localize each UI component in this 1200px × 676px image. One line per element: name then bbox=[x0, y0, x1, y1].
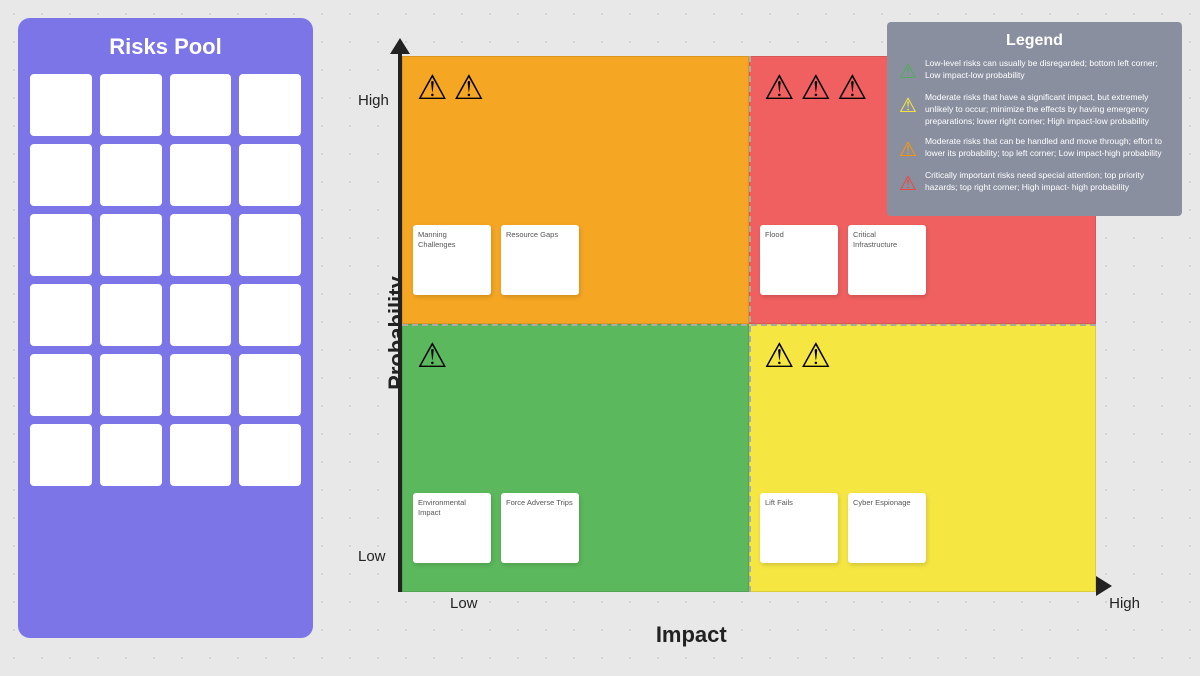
legend-panel: Legend ⚠ Low-level risks can usually be … bbox=[887, 22, 1182, 216]
x-axis-label: Impact bbox=[656, 622, 727, 648]
sticky-label: Critical Infrastructure bbox=[853, 230, 921, 250]
sticky-label: Resource Gaps bbox=[506, 230, 574, 240]
pool-card-9[interactable] bbox=[100, 214, 162, 276]
pool-grid bbox=[30, 74, 301, 486]
sticky-note[interactable]: Resource Gaps bbox=[501, 225, 579, 295]
pool-card-14[interactable] bbox=[170, 284, 232, 346]
legend-item-green: ⚠ Low-level risks can usually be disrega… bbox=[899, 58, 1170, 84]
sticky-label: Manning Challenges bbox=[418, 230, 486, 250]
legend-item-red: ⚠ Critically important risks need specia… bbox=[899, 170, 1170, 196]
sticky-note[interactable]: Environmental Impact bbox=[413, 493, 491, 563]
legend-orange-text: Moderate risks that can be handled and m… bbox=[925, 136, 1170, 160]
legend-green-icon: ⚠ bbox=[899, 59, 917, 84]
legend-item-orange: ⚠ Moderate risks that can be handled and… bbox=[899, 136, 1170, 162]
quadrant-top-left: ⚠ ⚠ Manning Challenges Resource Gaps bbox=[402, 56, 749, 324]
pool-card-17[interactable] bbox=[100, 354, 162, 416]
sticky-note[interactable]: Manning Challenges bbox=[413, 225, 491, 295]
pool-card-15[interactable] bbox=[239, 284, 301, 346]
x-axis-high-label: High bbox=[1109, 595, 1140, 612]
legend-green-text: Low-level risks can usually be disregard… bbox=[925, 58, 1170, 82]
pool-card-8[interactable] bbox=[30, 214, 92, 276]
legend-orange-icon: ⚠ bbox=[899, 137, 917, 162]
pool-card-16[interactable] bbox=[30, 354, 92, 416]
sticky-label: Environmental Impact bbox=[418, 498, 486, 518]
y-axis-low-label: Low bbox=[358, 548, 386, 565]
warning-icons-bottom-left: ⚠ bbox=[417, 339, 447, 373]
pool-card-10[interactable] bbox=[170, 214, 232, 276]
legend-red-icon: ⚠ bbox=[899, 171, 917, 196]
quadrant-bottom-left: ⚠ Environmental Impact Force Adverse Tri… bbox=[402, 324, 749, 592]
sticky-label: Force Adverse Trips bbox=[506, 498, 574, 508]
pool-card-11[interactable] bbox=[239, 214, 301, 276]
warning-icons-top-right: ⚠ ⚠ ⚠ bbox=[764, 71, 867, 105]
pool-card-20[interactable] bbox=[30, 424, 92, 486]
sticky-label: Flood bbox=[765, 230, 833, 240]
legend-yellow-text: Moderate risks that have a significant i… bbox=[925, 92, 1170, 128]
pool-card-3[interactable] bbox=[239, 74, 301, 136]
pool-card-23[interactable] bbox=[239, 424, 301, 486]
pool-card-19[interactable] bbox=[239, 354, 301, 416]
x-axis-low-label: Low bbox=[450, 595, 478, 612]
warn-icon-1: ⚠ bbox=[417, 339, 447, 373]
warn-icon-2: ⚠ bbox=[800, 71, 830, 105]
sticky-label: Cyber Espionage bbox=[853, 498, 921, 508]
pool-card-7[interactable] bbox=[239, 144, 301, 206]
pool-card-4[interactable] bbox=[30, 144, 92, 206]
risks-pool-title: Risks Pool bbox=[30, 34, 301, 60]
warn-icon-1: ⚠ bbox=[764, 339, 794, 373]
sticky-note[interactable]: Critical Infrastructure bbox=[848, 225, 926, 295]
sticky-note[interactable]: Force Adverse Trips bbox=[501, 493, 579, 563]
warn-icon-2: ⚠ bbox=[453, 71, 483, 105]
legend-yellow-icon: ⚠ bbox=[899, 93, 917, 118]
sticky-notes-bottom-left: Environmental Impact Force Adverse Trips bbox=[413, 493, 579, 563]
sticky-notes-top-left: Manning Challenges Resource Gaps bbox=[413, 225, 579, 295]
dashed-vertical-line bbox=[749, 56, 751, 592]
sticky-label: Lift Fails bbox=[765, 498, 833, 508]
warn-icon-3: ⚠ bbox=[837, 71, 867, 105]
warn-icon-1: ⚠ bbox=[764, 71, 794, 105]
legend-red-text: Critically important risks need special … bbox=[925, 170, 1170, 194]
warning-icons-bottom-right: ⚠ ⚠ bbox=[764, 339, 831, 373]
pool-card-13[interactable] bbox=[100, 284, 162, 346]
pool-card-22[interactable] bbox=[170, 424, 232, 486]
sticky-note[interactable]: Flood bbox=[760, 225, 838, 295]
warn-icon-1: ⚠ bbox=[417, 71, 447, 105]
sticky-notes-bottom-right: Lift Fails Cyber Espionage bbox=[760, 493, 926, 563]
pool-card-18[interactable] bbox=[170, 354, 232, 416]
y-axis-high-label: High bbox=[358, 92, 389, 109]
sticky-note[interactable]: Lift Fails bbox=[760, 493, 838, 563]
risks-pool-panel: Risks Pool bbox=[18, 18, 313, 638]
warn-icon-2: ⚠ bbox=[800, 339, 830, 373]
pool-card-5[interactable] bbox=[100, 144, 162, 206]
warning-icons-top-left: ⚠ ⚠ bbox=[417, 71, 484, 105]
sticky-notes-top-right: Flood Critical Infrastructure bbox=[760, 225, 926, 295]
pool-card-0[interactable] bbox=[30, 74, 92, 136]
legend-title: Legend bbox=[899, 32, 1170, 50]
pool-card-2[interactable] bbox=[170, 74, 232, 136]
sticky-note[interactable]: Cyber Espionage bbox=[848, 493, 926, 563]
pool-card-21[interactable] bbox=[100, 424, 162, 486]
pool-card-1[interactable] bbox=[100, 74, 162, 136]
quadrant-bottom-right: ⚠ ⚠ Lift Fails Cyber Espionage bbox=[749, 324, 1096, 592]
pool-card-12[interactable] bbox=[30, 284, 92, 346]
legend-item-yellow: ⚠ Moderate risks that have a significant… bbox=[899, 92, 1170, 128]
pool-card-6[interactable] bbox=[170, 144, 232, 206]
